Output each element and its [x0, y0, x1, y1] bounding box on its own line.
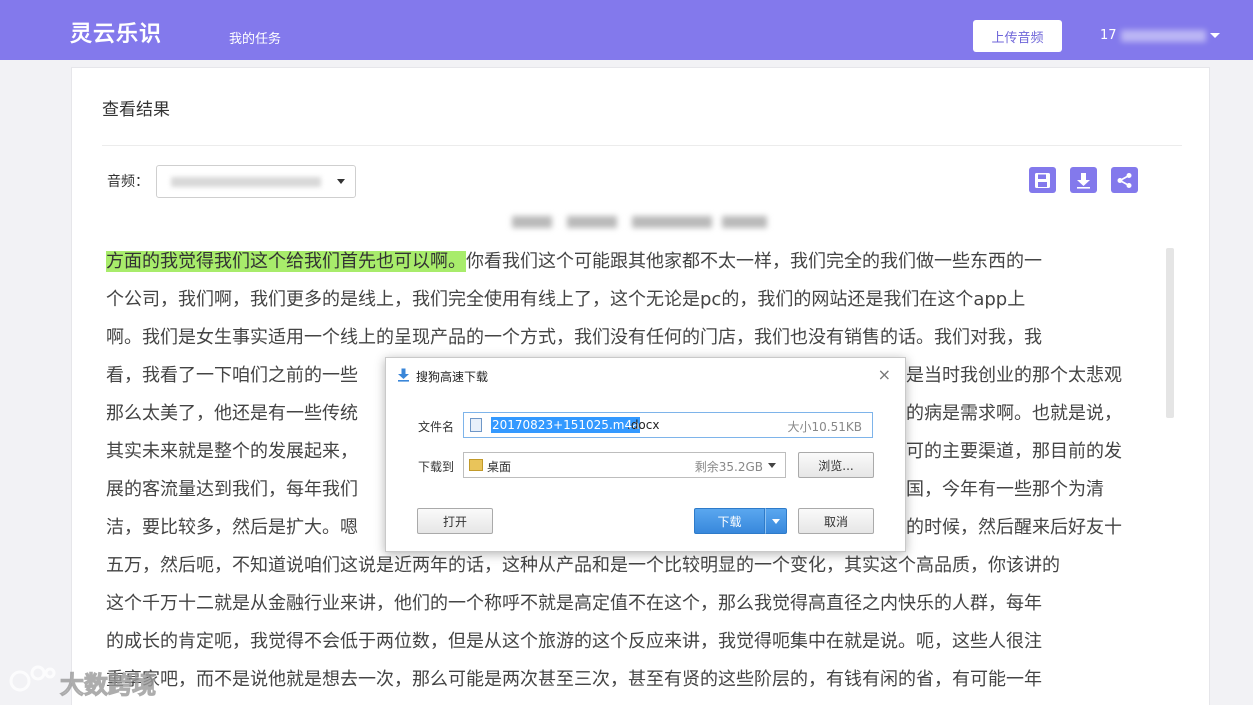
filename-selected-text: 20170823+151025.m4a [491, 417, 641, 433]
filename-label: 文件名 [418, 420, 455, 434]
save-path-select[interactable]: 桌面 剩余35.2GB [463, 452, 786, 478]
download-button[interactable] [1070, 167, 1097, 193]
download-dialog: 搜狗高速下载 × 文件名 20170823+151025.m4a .docx 大… [385, 357, 906, 552]
user-name-redacted [1120, 29, 1206, 42]
save-path-value: 桌面 [487, 460, 512, 474]
filename-field[interactable]: 20170823+151025.m4a .docx 大小10.51KB [463, 412, 873, 438]
transcript-line: 这个千万十二就是从金融行业来讲，他们的一个称呼不就是高定值不在这个，那么我觉得高… [106, 593, 1042, 614]
page-title: 查看结果 [102, 100, 170, 120]
chevron-down-icon [337, 179, 345, 184]
free-space: 剩余35.2GB [694, 460, 763, 474]
transcript-line: 的成长的肯定呃，我觉得不会低于两位数，但是从这个旅游的这个反应来讲，我觉得呃集中… [106, 631, 1042, 652]
download-confirm-button[interactable]: 下载 [694, 508, 765, 534]
watermark-logo-icon [9, 665, 56, 692]
dialog-title: 搜狗高速下载 [416, 370, 489, 384]
watermark: 大数跨境 [8, 663, 157, 700]
cancel-button[interactable]: 取消 [798, 508, 874, 534]
top-nav-bar: 灵云乐识 我的任务 上传音频 17 [0, 0, 1253, 60]
save-button[interactable] [1029, 167, 1056, 193]
transcript-line: 五万，然后呃，不知道说咱们这说是近两年的话，这种从产品和是一个比较明显的一个变化… [106, 555, 1060, 576]
saveto-label: 下载到 [418, 460, 455, 474]
chevron-down-icon [768, 463, 776, 468]
watermark-text: 大数跨境 [60, 671, 157, 700]
transcript-line: 个公司，我们啊，我们更多的是线上，我们完全使用有线上了，这个无论是pc的，我们的… [106, 289, 1026, 310]
save-icon [1035, 173, 1050, 188]
user-menu[interactable]: 17 [1100, 28, 1220, 43]
audio-select[interactable] [156, 165, 356, 198]
browse-button[interactable]: 浏览... [798, 452, 874, 478]
doc-file-icon [470, 418, 482, 432]
chevron-down-icon [772, 519, 780, 524]
upload-audio-button[interactable]: 上传音频 [973, 20, 1062, 52]
download-icon [1077, 173, 1090, 189]
highlighted-sentence[interactable]: 方面的我觉得我们这个给我们首先也可以啊。 [106, 251, 466, 272]
folder-icon [469, 459, 483, 471]
nav-my-tasks[interactable]: 我的任务 [229, 28, 281, 47]
chevron-down-icon [1209, 33, 1220, 38]
download-options-dropdown[interactable] [765, 508, 787, 534]
filename-extension: .docx [627, 418, 660, 432]
file-size: 大小10.51KB [787, 420, 862, 434]
download-arrow-icon [398, 368, 409, 382]
transcript-line: 啊。我们是女生事实适用一个线上的呈现产品的一个方式，我们没有任何的门店，我们也没… [106, 327, 1042, 348]
transcript-line: 方面的我觉得我们这个给我们首先也可以啊。你看我们这个可能跟其他家都不太一样，我们… [106, 251, 1042, 272]
open-button[interactable]: 打开 [417, 508, 493, 534]
user-name-prefix: 17 [1100, 28, 1117, 43]
close-icon[interactable]: × [878, 365, 891, 384]
share-icon [1117, 173, 1132, 188]
app-logo[interactable]: 灵云乐识 [70, 16, 162, 48]
transcript-line: 重享家吧，而不是说他就是想去一次，那么可能是两次甚至三次，甚至有贤的这些阶层的，… [106, 669, 1042, 690]
share-button[interactable] [1111, 167, 1138, 193]
audio-select-value-redacted [171, 177, 321, 187]
divider [102, 145, 1182, 146]
audio-label: 音频： [107, 174, 149, 190]
transcript-scrollbar[interactable] [1166, 248, 1174, 418]
file-name-heading-redacted [512, 210, 772, 232]
